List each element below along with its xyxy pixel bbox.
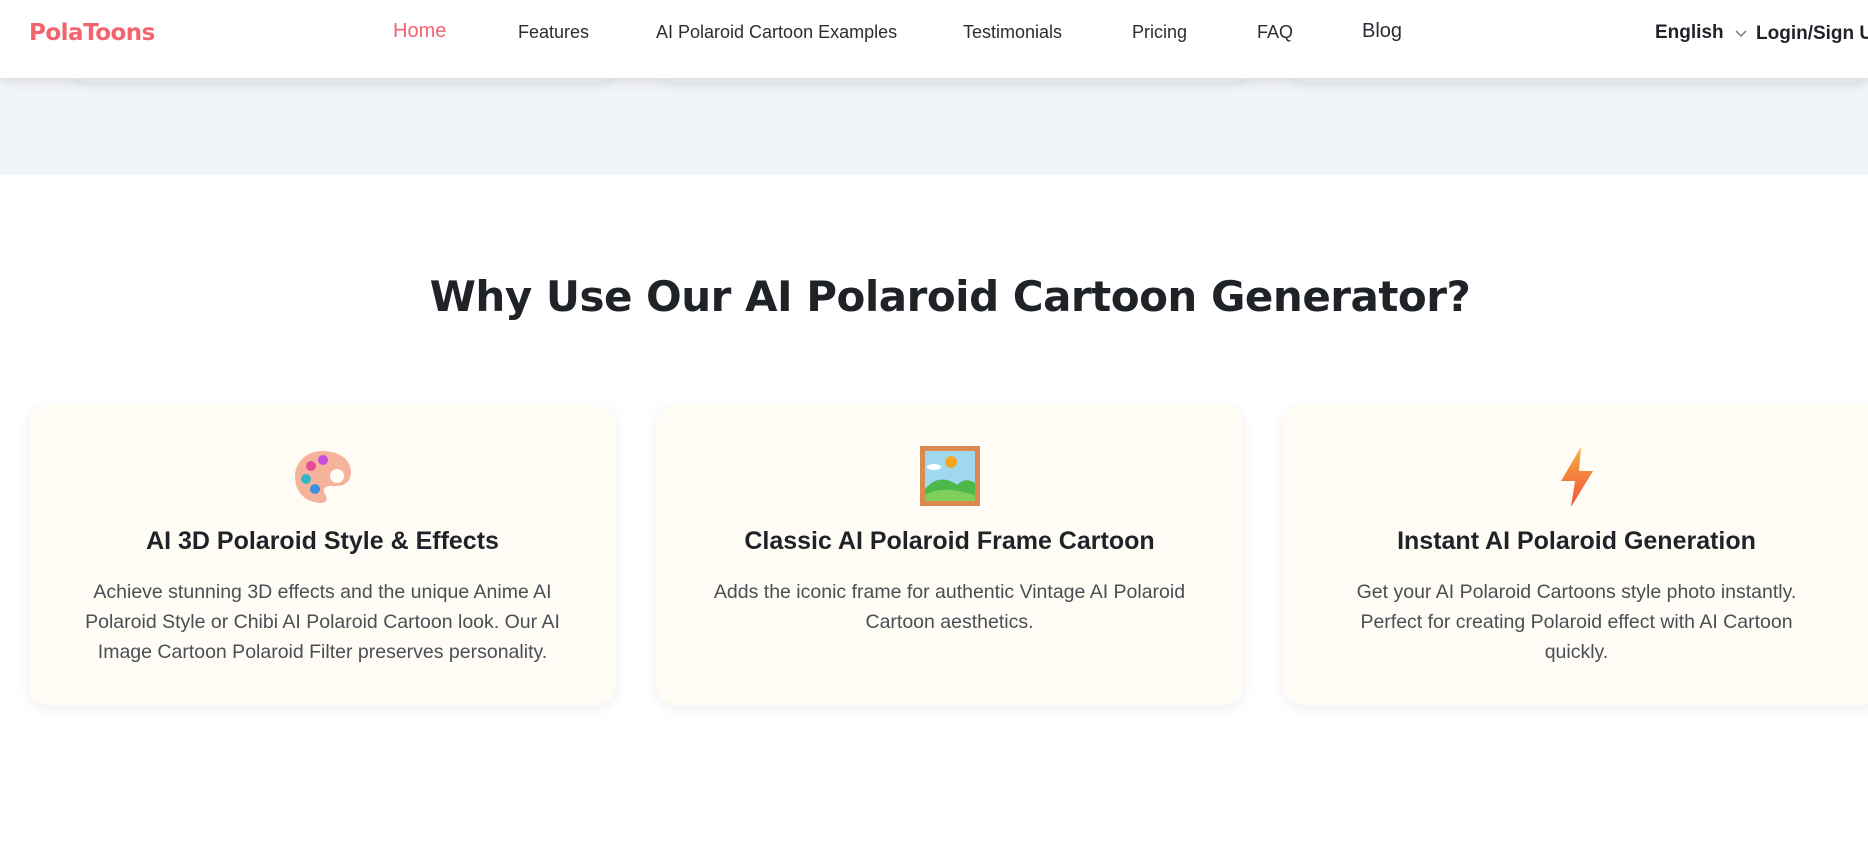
- lightning-icon: [1560, 447, 1593, 507]
- site-header: PolaToons Home Features AI Polaroid Cart…: [0, 0, 1868, 78]
- feature-description: Get your AI Polaroid Cartoons style phot…: [1356, 581, 1797, 663]
- framed-picture-icon: [919, 446, 980, 506]
- login-signup-button[interactable]: Login/Sign Up: [1756, 23, 1868, 45]
- feature-description: Achieve stunning 3D effects and the uniq…: [85, 581, 560, 663]
- feature-title: Instant AI Polaroid Generation: [1397, 527, 1756, 555]
- palette-icon: [294, 451, 351, 503]
- nav-home[interactable]: Home: [393, 20, 446, 43]
- language-label: English: [1655, 22, 1724, 43]
- feature-card-instant: Instant AI Polaroid Generation Get your …: [1283, 405, 1868, 705]
- feature-card-3d-style: AI 3D Polaroid Style & Effects Achieve s…: [29, 405, 616, 705]
- feature-title: Classic AI Polaroid Frame Cartoon: [744, 527, 1155, 555]
- nav-blog[interactable]: Blog: [1362, 20, 1402, 43]
- nav-features[interactable]: Features: [518, 22, 589, 43]
- feature-description: Adds the iconic frame for authentic Vint…: [713, 581, 1186, 633]
- feature-title: AI 3D Polaroid Style & Effects: [146, 527, 499, 555]
- nav-pricing[interactable]: Pricing: [1132, 22, 1187, 43]
- language-selector[interactable]: English: [1655, 22, 1748, 44]
- nav-testimonials[interactable]: Testimonials: [963, 22, 1062, 43]
- nav-examples[interactable]: AI Polaroid Cartoon Examples: [656, 22, 897, 43]
- section-title: Why Use Our AI Polaroid Cartoon Generato…: [429, 272, 1471, 321]
- chevron-down-icon: [1735, 30, 1747, 38]
- previous-section-band: [0, 66, 1868, 175]
- nav-faq[interactable]: FAQ: [1257, 22, 1293, 43]
- feature-card-frame: Classic AI Polaroid Frame Cartoon Adds t…: [656, 405, 1243, 705]
- logo[interactable]: PolaToons: [29, 20, 155, 46]
